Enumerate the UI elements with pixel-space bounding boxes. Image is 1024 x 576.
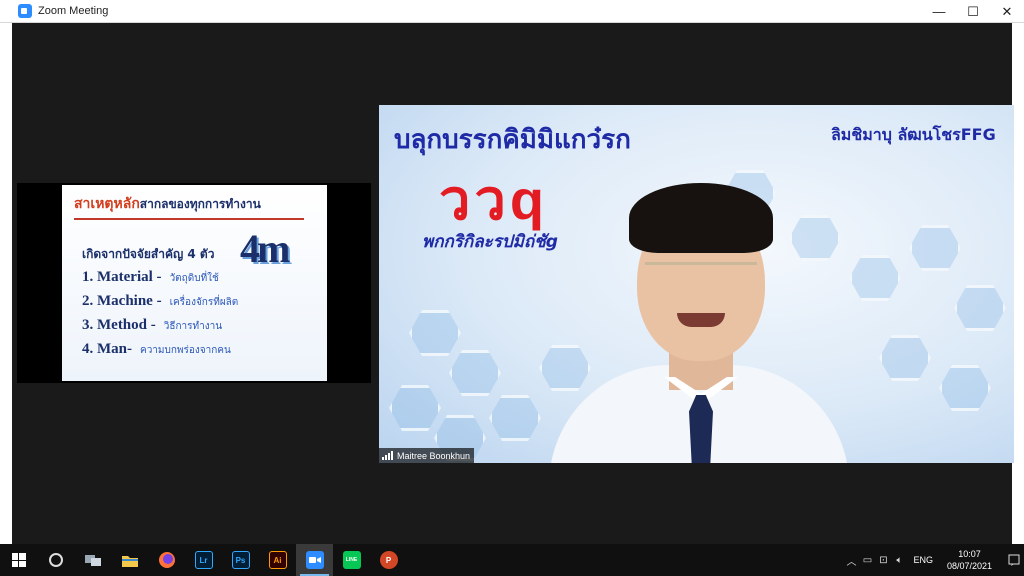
hexagon-decoration <box>409 310 461 356</box>
chevron-up-icon[interactable]: ︿ <box>843 553 859 568</box>
hexagon-decoration <box>389 385 441 431</box>
line-icon: LINE <box>342 551 361 569</box>
window-titlebar: Zoom Meeting — ☐ ✕ <box>0 0 1024 23</box>
windows-logo-icon <box>11 553 26 567</box>
hexagon-decoration <box>939 365 991 411</box>
lightroom-button[interactable]: Lr <box>185 544 222 576</box>
hexagon-decoration <box>449 350 501 396</box>
list-item-thai: เครื่องจักรที่ผลิต <box>169 297 239 308</box>
windows-taskbar: Lr Ps Ai LINE P ︿ ▭ ⊡ 🔈︎ ENG 10:07 08/07… <box>0 544 1024 576</box>
volume-icon[interactable]: 🔈︎ <box>891 555 907 566</box>
task-view-icon <box>84 555 101 566</box>
firefox-icon <box>158 552 175 568</box>
list-item-main: 4. Man- <box>82 341 132 357</box>
participant-name-tag: Maitree Boonkhun <box>379 448 475 463</box>
input-language[interactable]: ENG <box>913 555 933 565</box>
firefox-button[interactable] <box>148 544 185 576</box>
list-item-main: 2. Machine - <box>82 293 162 309</box>
file-explorer-button[interactable] <box>111 544 148 576</box>
folder-icon <box>121 555 138 567</box>
maximize-button[interactable]: ☐ <box>956 0 990 23</box>
signal-strength-icon <box>382 451 393 460</box>
hexagon-decoration <box>954 285 1006 331</box>
window-controls: — ☐ ✕ <box>922 0 1024 23</box>
cortana-button[interactable] <box>37 544 74 576</box>
zoom-taskbar-button[interactable] <box>296 544 333 576</box>
list-item-thai: วัตถุดิบที่ใช้ <box>169 273 219 284</box>
zoom-icon <box>305 551 324 569</box>
slide-list: 1. Material - วัตถุดิบที่ใช้ 2. Machine … <box>82 269 238 365</box>
system-clock[interactable]: 10:07 08/07/2021 <box>947 548 992 572</box>
window-border-left <box>0 23 12 544</box>
notification-icon <box>1008 554 1020 566</box>
minimize-button[interactable]: — <box>922 0 956 23</box>
list-item: 2. Machine - เครื่องจักรที่ผลิต <box>82 293 238 317</box>
list-item: 4. Man- ความบกพร่องจากคน <box>82 341 238 365</box>
network-icon[interactable]: ⊡ <box>875 555 891 566</box>
slide-title: สาเหตุหลักสากลของทุกการทำงาน <box>74 193 261 215</box>
participant-name: Maitree Boonkhun <box>397 450 471 461</box>
clock-time: 10:07 <box>958 549 981 559</box>
illustrator-icon: Ai <box>268 551 287 569</box>
clock-date: 08/07/2021 <box>946 561 992 571</box>
slide-divider <box>74 218 304 220</box>
notification-center-button[interactable] <box>1004 544 1024 576</box>
hair <box>629 183 773 253</box>
start-button[interactable] <box>0 544 37 576</box>
hexagon-decoration <box>909 225 961 271</box>
system-tray: ︿ ▭ ⊡ 🔈︎ ENG 10:07 08/07/2021 <box>843 544 1024 576</box>
speaker-video-tile[interactable]: บลุกบรรกคิมิมิแกว๋รก ลิมชิมาบุ ลัฒนโชรFF… <box>379 105 1014 463</box>
list-item-main: 3. Method - <box>82 317 156 333</box>
list-item-main: 1. Material - <box>82 269 162 285</box>
participant-video <box>529 165 869 463</box>
slide-title-highlight: สาเหตุหลัก <box>74 196 140 212</box>
list-item: 1. Material - วัตถุดิบที่ใช้ <box>82 269 238 293</box>
tie <box>689 395 713 463</box>
shared-screen-tile[interactable]: สาเหตุหลักสากลของทุกการทำงาน เกิดจากปัจจ… <box>17 183 371 383</box>
lightroom-icon: Lr <box>194 551 213 569</box>
cortana-icon <box>48 553 63 567</box>
task-view-button[interactable] <box>74 544 111 576</box>
slide-title-rest: สากลของทุกการทำงาน <box>139 197 261 211</box>
4m-logo: 4m <box>240 226 290 271</box>
mouth <box>677 313 725 327</box>
banner-headline: บลุกบรรกคิมิมิแกว๋รก <box>394 125 631 155</box>
list-item-thai: วิธีการทำงาน <box>163 321 223 332</box>
close-button[interactable]: ✕ <box>990 0 1024 23</box>
list-item: 3. Method - วิธีการทำงาน <box>82 317 238 341</box>
zoom-app-icon <box>18 4 32 18</box>
powerpoint-icon: P <box>379 551 398 569</box>
line-button[interactable]: LINE <box>333 544 370 576</box>
banner-headline-right: ลิมชิมาบุ ลัฒนโชรFFG <box>831 125 996 144</box>
list-item-thai: ความบกพร่องจากคน <box>140 345 231 356</box>
photoshop-button[interactable]: Ps <box>222 544 259 576</box>
hexagon-decoration <box>879 335 931 381</box>
battery-icon[interactable]: ▭ <box>859 555 875 566</box>
photoshop-icon: Ps <box>231 551 250 569</box>
glasses <box>645 262 757 282</box>
illustrator-button[interactable]: Ai <box>259 544 296 576</box>
presentation-slide: สาเหตุหลักสากลของทุกการทำงาน เกิดจากปัจจ… <box>62 185 327 381</box>
window-title: Zoom Meeting <box>38 5 109 17</box>
powerpoint-button[interactable]: P <box>370 544 407 576</box>
slide-subtitle: เกิดจากปัจจัยสำคัญ 4 ตัว <box>82 247 215 261</box>
